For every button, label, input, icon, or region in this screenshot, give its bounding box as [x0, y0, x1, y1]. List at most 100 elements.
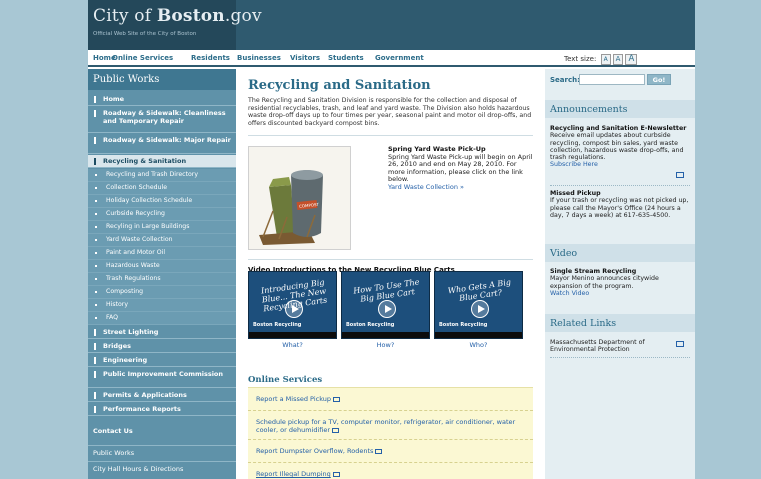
intro-paragraph: The Recycling and Sanitation Division is… — [248, 97, 532, 127]
site-logo[interactable]: City of Boston.gov Official Web Site of … — [88, 0, 262, 50]
announcement-text: Receive email updates about curbside rec… — [550, 132, 684, 162]
text-size-control: Text size: AAA — [564, 54, 638, 65]
separator — [248, 410, 533, 411]
watch-video-link[interactable]: Watch Video — [550, 290, 690, 297]
sidebar-subitem-curbside[interactable]: Curbside Recycling — [88, 208, 236, 221]
online-service-link[interactable]: Report Illegal Dumping — [256, 470, 528, 478]
spring-text: Spring Yard Waste Pick-up will begin on … — [388, 152, 533, 184]
video-controls-bar — [342, 332, 429, 338]
contact-link-city-hall[interactable]: City Hall Hours & Directions — [88, 461, 236, 473]
search-label: Search: — [550, 76, 580, 84]
online-service-link[interactable]: Report a Missed Pickup — [256, 395, 528, 403]
online-service-link[interactable]: Report Dumpster Overflow, Rodents — [256, 447, 528, 455]
sidebar-item-street-lighting[interactable]: Street Lighting — [88, 326, 236, 339]
sidebar-item-bridges[interactable]: Bridges — [88, 340, 236, 353]
separator — [550, 357, 690, 358]
sidebar-subitem-hazardous[interactable]: Hazardous Waste — [88, 260, 236, 273]
page-title: Recycling and Sanitation — [248, 78, 431, 93]
nav-students[interactable]: Students — [328, 54, 364, 62]
external-link-icon — [375, 448, 383, 454]
announcement-newsletter: Recycling and Sanitation E-Newsletter Re… — [550, 125, 690, 169]
video-feature-title: Single Stream Recycling — [550, 268, 637, 275]
nav-residents[interactable]: Residents — [191, 54, 230, 62]
sidebar-subitem-faq[interactable]: FAQ — [88, 312, 236, 325]
external-link-icon — [676, 341, 684, 347]
sidebar-subitem-paint-oil[interactable]: Paint and Motor Oil — [88, 247, 236, 260]
site-header: City of Boston.gov Official Web Site of … — [88, 0, 695, 50]
top-navigation: Home Online Services Residents Businesse… — [88, 50, 695, 67]
related-link-mass-dep[interactable]: Massachusetts Department of Environmenta… — [550, 339, 660, 354]
sidebar-subitem-large-buildings[interactable]: Recyling in Large Buildings — [88, 221, 236, 234]
sidebar-subitem-yard-waste[interactable]: Yard Waste Collection — [88, 234, 236, 247]
sidebar-subitem-history[interactable]: History — [88, 299, 236, 312]
yard-waste-link[interactable]: Yard Waste Collection » — [388, 183, 533, 192]
sidebar-item-roadway-major-repair[interactable]: Roadway & Sidewalk: Major Repair — [88, 134, 236, 154]
nav-government[interactable]: Government — [375, 54, 424, 62]
sidebar-item-roadway-cleanliness[interactable]: Roadway & Sidewalk: Cleanliness and Temp… — [88, 107, 236, 133]
divider — [248, 259, 533, 260]
spring-yard-waste-notice: Spring Yard Waste Pick-Up Spring Yard Wa… — [388, 145, 533, 192]
sidebar-subitem-collection-schedule[interactable]: Collection Schedule — [88, 182, 236, 195]
sidebar-item-permits[interactable]: Permits & Applications — [88, 389, 236, 402]
video-brand-logo: Boston Recycling — [253, 322, 302, 328]
nav-online-services[interactable]: Online Services — [112, 54, 173, 62]
sidebar-item-home[interactable]: Home — [88, 93, 236, 106]
separator — [248, 439, 533, 440]
sidebar-subitem-composting[interactable]: Composting — [88, 286, 236, 299]
left-sidebar: Public Works Home Roadway & Sidewalk: Cl… — [88, 69, 236, 479]
external-link-icon — [676, 172, 684, 178]
sidebar-item-engineering[interactable]: Engineering — [88, 354, 236, 367]
video-thumbnail-how[interactable]: How To Use The Big Blue Cart Boston Recy… — [341, 271, 430, 339]
search-input[interactable] — [579, 74, 645, 85]
sidebar-item-recycling-sanitation[interactable]: Recycling & Sanitation — [88, 155, 236, 168]
play-icon — [471, 300, 489, 318]
subscribe-link[interactable]: Subscribe Here — [550, 161, 690, 168]
sidebar-heading: Public Works — [88, 69, 236, 90]
announcement-missed-pickup: Missed Pickup If your trash or recycling… — [550, 190, 690, 219]
right-sidebar: Search: Go! Announcements Recycling and … — [545, 69, 695, 479]
search-go-button[interactable]: Go! — [647, 74, 671, 85]
logo-title: City of Boston.gov — [93, 6, 262, 26]
video-controls-bar — [249, 332, 336, 338]
text-size-small-button[interactable]: A — [600, 54, 611, 65]
video-feature-text: Mayor Menino announces citywide expansio… — [550, 275, 659, 290]
play-icon — [378, 300, 396, 318]
sidebar-item-performance-reports[interactable]: Performance Reports — [88, 403, 236, 416]
play-icon — [285, 300, 303, 318]
video-thumbnail-who[interactable]: Who Gets A Big Blue Cart? Boston Recycli… — [434, 271, 523, 339]
video-brand-logo: Boston Recycling — [439, 322, 488, 328]
logo-subtitle: Official Web Site of the City of Boston — [93, 31, 197, 37]
text-size-medium-button[interactable]: A — [612, 54, 624, 65]
nav-businesses[interactable]: Businesses — [237, 54, 281, 62]
video-caption-who[interactable]: Who? — [434, 341, 523, 349]
text-size-large-button[interactable]: A — [625, 54, 638, 65]
video-feature: Single Stream Recycling Mayor Menino ann… — [550, 268, 690, 297]
video-brand-logo: Boston Recycling — [346, 322, 395, 328]
video-caption-how[interactable]: How? — [341, 341, 430, 349]
external-link-icon — [332, 427, 340, 433]
external-link-icon — [333, 396, 341, 402]
announcement-text: If your trash or recycling was not picke… — [550, 197, 689, 219]
announcement-title: Missed Pickup — [550, 190, 601, 197]
divider — [248, 135, 533, 136]
online-service-link[interactable]: Schedule pickup for a TV, computer monit… — [256, 418, 528, 434]
sidebar-subitem-holiday-schedule[interactable]: Holiday Collection Schedule — [88, 195, 236, 208]
nav-visitors[interactable]: Visitors — [290, 54, 320, 62]
separator — [248, 462, 533, 463]
sidebar-item-public-improvement[interactable]: Public Improvement Commission — [88, 368, 236, 388]
video-caption-what[interactable]: What? — [248, 341, 337, 349]
sidebar-subitem-trash-regulations[interactable]: Trash Regulations — [88, 273, 236, 286]
external-link-icon — [332, 471, 340, 477]
online-services-box: Report a Missed Pickup Schedule pickup f… — [248, 387, 533, 479]
separator — [550, 185, 690, 186]
text-size-label: Text size: — [564, 55, 597, 63]
compost-bin-image: COMPOST — [248, 146, 351, 250]
video-controls-bar — [435, 332, 522, 338]
page: City of Boston.gov Official Web Site of … — [88, 0, 695, 479]
sidebar-subitem-directory[interactable]: Recycling and Trash Directory — [88, 169, 236, 182]
contact-link-public-works[interactable]: Public Works — [88, 445, 236, 461]
announcement-title: Recycling and Sanitation E-Newsletter — [550, 125, 687, 132]
video-thumbnail-what[interactable]: Introducing Big Blue... The New Recyclin… — [248, 271, 337, 339]
contact-heading: Contact Us — [93, 427, 133, 435]
video-heading: Video — [545, 244, 695, 262]
